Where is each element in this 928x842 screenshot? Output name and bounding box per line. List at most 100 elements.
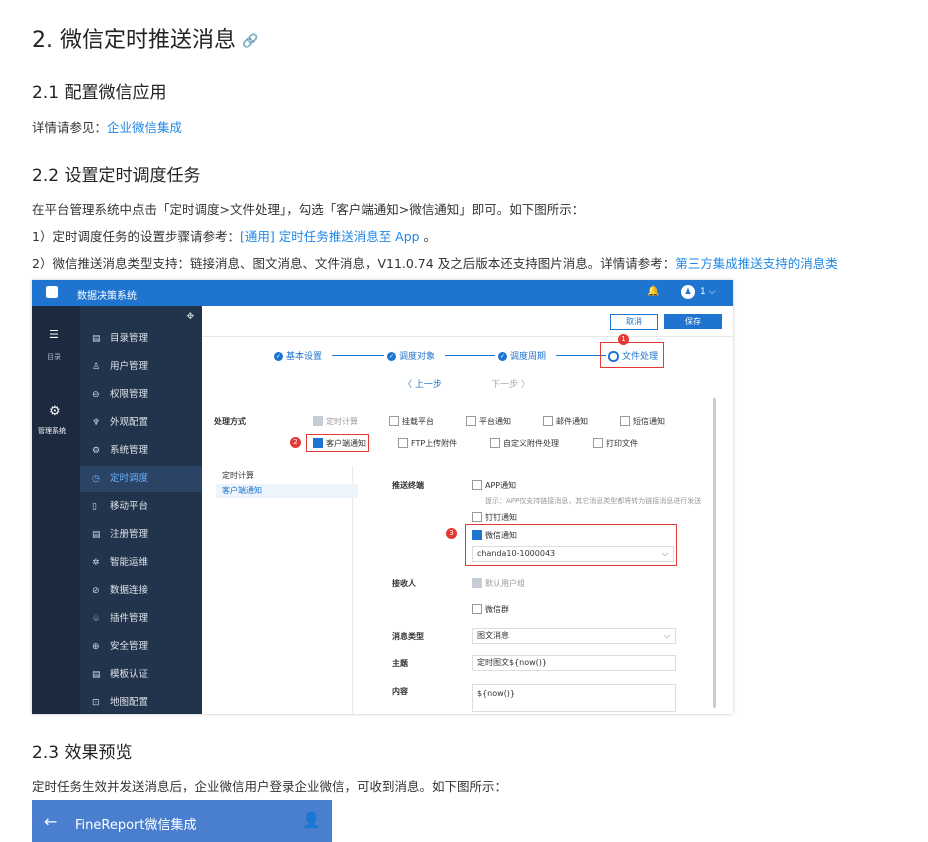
sidebar-item-label: 用户管理 <box>110 361 149 372</box>
mode-label-2: 平台通知 <box>479 417 511 426</box>
default-group-label: 默认用户组 <box>485 579 525 588</box>
ftp-checkbox[interactable] <box>398 438 408 448</box>
app-notice-label: APP通知 <box>485 481 517 490</box>
sidebar-item[interactable]: ⊖ 权限管理 <box>80 382 202 408</box>
sidebar-item-label: 插件管理 <box>110 613 149 624</box>
subject-label: 主题 <box>392 659 408 668</box>
link-icon[interactable]: 🔗 <box>242 34 258 49</box>
page-title: 2. 微信定时推送消息 🔗 <box>32 22 258 54</box>
client-notice-checkbox[interactable] <box>313 438 323 448</box>
cancel-button[interactable]: 取消 <box>610 314 658 330</box>
section-2-3-para: 定时任务生效并发送消息后，企业微信用户登录企业微信，可收到消息。如下图所示： <box>32 779 508 794</box>
mode-checkbox-2[interactable] <box>466 416 476 426</box>
platform-screenshot: 数据决策系统 🔔 ♟ 1 ⌵ ☰ 目录 ⚙ 管理系统 ✥ ▤ 目录管理 ♙ 用户管理 ⊖… <box>32 280 733 714</box>
step-basic-settings[interactable]: ✓ 基本设置 <box>274 349 322 362</box>
app-notice-checkbox[interactable] <box>472 480 482 490</box>
wechat-app-select[interactable]: chanda10-1000043 ⌵ <box>472 546 674 562</box>
user-avatar-icon[interactable]: ♟ <box>681 285 695 299</box>
wechat-integration-link[interactable]: 企业微信集成 <box>107 120 182 135</box>
mode-checkbox-0 <box>313 416 323 426</box>
sidebar-item[interactable]: ✲ 智能运维 <box>80 550 202 576</box>
para-2-end: 。 <box>419 229 437 244</box>
msg-type-value: 图文消息 <box>477 631 509 640</box>
chevron-down-icon: ⌵ <box>663 631 670 640</box>
user-icon[interactable]: 👤 <box>302 811 321 829</box>
mode-checkbox-4[interactable] <box>620 416 630 426</box>
pin-icon[interactable]: ✥ <box>186 312 194 322</box>
sidebar-item-icon: ⊕ <box>92 642 100 652</box>
sidebar-item-label: 数据连接 <box>110 585 149 596</box>
save-button[interactable]: 保存 <box>664 314 722 329</box>
wechat-group-checkbox[interactable] <box>472 604 482 614</box>
next-step-button[interactable]: 下一步 〉 <box>491 377 530 390</box>
back-arrow-icon[interactable]: ← <box>44 812 57 831</box>
sidebar-item[interactable]: ⊡ 地图配置 <box>80 690 202 714</box>
sidebar-item[interactable]: ◷ 定时调度 <box>80 466 202 492</box>
check-icon: ✓ <box>274 352 283 361</box>
tab-client-notice[interactable]: 客户端通知 <box>216 484 358 498</box>
tab-scheduled-calc[interactable]: 定时计算 <box>222 470 254 481</box>
sidebar-item[interactable]: ♧ 插件管理 <box>80 606 202 632</box>
mode-checkbox-3[interactable] <box>543 416 553 426</box>
sidebar-item-label: 目录管理 <box>110 333 149 344</box>
sidebar-item[interactable]: ⚙ 系统管理 <box>80 438 202 464</box>
section-2-2-para-3: 2）微信推送消息类型支持：链接消息、图文消息、文件消息，V11.0.74 及之后… <box>32 253 838 272</box>
wechat-group-label: 微信群 <box>485 605 509 614</box>
sidebar-item[interactable]: ⊕ 安全管理 <box>80 634 202 660</box>
print-checkbox[interactable] <box>593 438 603 448</box>
page-title-text: 2. 微信定时推送消息 <box>32 28 236 53</box>
msg-type-label: 消息类型 <box>392 632 424 641</box>
app-topbar: 数据决策系统 🔔 ♟ 1 ⌵ <box>32 280 733 306</box>
custom-attach-checkbox[interactable] <box>490 438 500 448</box>
step-label: 调度对象 <box>399 352 436 362</box>
mode-label: 处理方式 <box>214 417 246 426</box>
wechat-label: 微信通知 <box>485 531 517 540</box>
main-panel: 取消 保存 ✓ 基本设置 ✓ 调度对象 ✓ 调度周期 文件处理 1 〈 上一步 下一步… <box>202 306 733 714</box>
sidebar-item-icon: ⊡ <box>92 698 100 708</box>
step-label: 基本设置 <box>286 352 323 362</box>
step-schedule-period[interactable]: ✓ 调度周期 <box>498 349 546 362</box>
step-label: 调度周期 <box>510 352 547 362</box>
section-2-1-text: 详情请参见：企业微信集成 <box>32 117 182 136</box>
section-2-3-title: 2.3 效果预览 <box>32 743 133 763</box>
step-schedule-object[interactable]: ✓ 调度对象 <box>387 349 435 362</box>
highlight-box-step <box>600 342 664 368</box>
content-textarea[interactable]: ${now()} <box>472 684 676 712</box>
msg-type-select[interactable]: 图文消息 ⌵ <box>472 628 676 644</box>
mode-checkbox-1[interactable] <box>389 416 399 426</box>
management-label: 管理系统 <box>38 427 66 435</box>
sidebar-item-label: 注册管理 <box>110 529 149 540</box>
directory-icon[interactable]: ☰ <box>49 328 59 341</box>
sidebar-item-label: 外观配置 <box>110 417 149 428</box>
sidebar-item[interactable]: ▤ 注册管理 <box>80 522 202 548</box>
gear-icon[interactable]: ⚙ <box>49 404 61 419</box>
sidebar-item[interactable]: ▤ 目录管理 <box>80 326 202 352</box>
scheduled-task-link[interactable]: [通用] 定时任务推送消息至 App <box>240 229 420 244</box>
sidebar-item-label: 权限管理 <box>110 389 149 400</box>
sidebar-item-icon: ⚙ <box>92 446 101 456</box>
chevron-down-icon: ⌵ <box>661 549 668 558</box>
sidebar-item[interactable]: ⊘ 数据连接 <box>80 578 202 604</box>
section-2-1-label: 详情请参见： <box>32 120 108 135</box>
prev-step-button[interactable]: 〈 上一步 <box>403 377 442 390</box>
check-icon: ✓ <box>498 352 507 361</box>
mode-label-3: 邮件通知 <box>556 417 588 426</box>
section-2-2-para-2: 1）定时调度任务的设置步骤请参考：[通用] 定时任务推送消息至 App 。 <box>32 226 436 245</box>
sidebar-item[interactable]: ♆ 外观配置 <box>80 410 202 436</box>
custom-attach-label: 自定义附件处理 <box>503 439 559 448</box>
bell-icon[interactable]: 🔔 <box>647 286 659 297</box>
check-icon: ✓ <box>387 352 396 361</box>
step-connector <box>445 355 495 356</box>
sidebar-item[interactable]: ▤ 模板认证 <box>80 662 202 688</box>
left-tabs-panel <box>214 466 353 714</box>
third-party-message-link[interactable]: 第三方集成推送支持的消息类 <box>675 256 838 271</box>
scrollbar[interactable] <box>713 398 716 708</box>
sidebar-item[interactable]: ▯ 移动平台 <box>80 494 202 520</box>
badge-2: 2 <box>290 437 301 448</box>
subject-input[interactable]: 定时图文${now()} <box>472 655 676 671</box>
user-menu[interactable]: 1 ⌵ <box>700 287 715 297</box>
para-3-text: 2）微信推送消息类型支持：链接消息、图文消息、文件消息，V11.0.74 及之后… <box>32 256 676 271</box>
sidebar-item[interactable]: ♙ 用户管理 <box>80 354 202 380</box>
wechat-checkbox[interactable] <box>472 530 482 540</box>
dingding-checkbox[interactable] <box>472 512 482 522</box>
